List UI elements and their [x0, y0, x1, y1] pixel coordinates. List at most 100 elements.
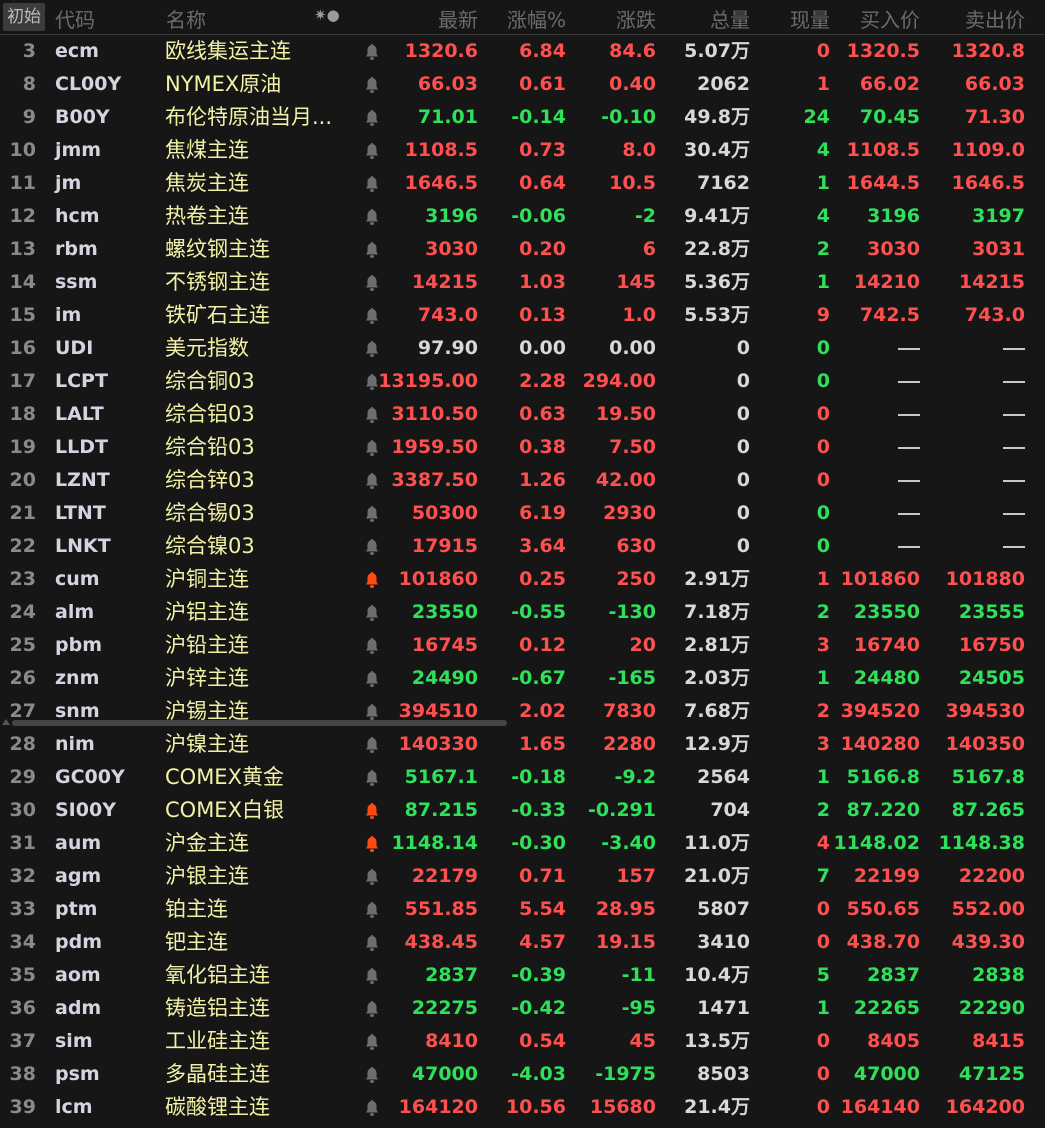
alert-bell-icon[interactable] — [364, 241, 380, 259]
row-index: 21 — [9, 502, 36, 524]
alert-bell-icon[interactable] — [364, 901, 380, 919]
table-row[interactable]: 24 alm 沪铝主连 23550 -0.55 -130 7.18万 2 23550 23555 — [0, 596, 1045, 629]
current-volume: 0 — [816, 1096, 830, 1118]
table-row[interactable]: 19 LLDT 综合铅03 1959.50 0.38 7.50 0 0 — — — [0, 431, 1045, 464]
alert-bell-icon[interactable] — [364, 571, 380, 589]
column-settings-icon[interactable]: ✷● — [314, 6, 340, 24]
table-row[interactable]: 39 lcm 碳酸锂主连 164120 10.56 15680 21.4万 0 164140 16… — [0, 1091, 1045, 1124]
table-row[interactable]: 37 sim 工业硅主连 8410 0.54 45 13.5万 0 8405 8415 — [0, 1025, 1045, 1058]
horizontal-scrollbar[interactable] — [12, 720, 507, 726]
alert-bell-icon[interactable] — [364, 175, 380, 193]
table-row[interactable]: 14 ssm 不锈钢主连 14215 1.03 145 5.36万 1 14210 14215 — [0, 266, 1045, 299]
column-header-current-volume[interactable]: 现量 — [790, 4, 830, 33]
column-header-code[interactable]: 代码 — [55, 4, 95, 33]
table-row[interactable]: 11 jm 焦炭主连 1646.5 0.64 10.5 7162 1 1644.5 1646.5 — [0, 167, 1045, 200]
reset-button[interactable]: 初始 — [3, 3, 45, 31]
alert-bell-icon[interactable] — [364, 538, 380, 556]
alert-bell-icon[interactable] — [364, 1000, 380, 1018]
symbol-code: ecm — [55, 40, 99, 62]
table-row[interactable]: 22 LNKT 综合镍03 17915 3.64 630 0 0 — — — [0, 530, 1045, 563]
table-row[interactable]: 26 znm 沪锌主连 24490 -0.67 -165 2.03万 1 24480 24505 — [0, 662, 1045, 695]
table-row[interactable]: 16 UDI 美元指数 97.90 0.00 0.00 0 0 — — — [0, 332, 1045, 365]
table-row[interactable]: 13 rbm 螺纹钢主连 3030 0.20 6 22.8万 2 3030 3031 — [0, 233, 1045, 266]
table-row[interactable]: 3 ecm 欧线集运主连 1320.6 6.84 84.6 5.07万 0 1320.5 1320… — [0, 35, 1045, 68]
symbol-code: alm — [55, 601, 95, 623]
table-row[interactable]: 12 hcm 热卷主连 3196 -0.06 -2 9.41万 4 3196 3197 — [0, 200, 1045, 233]
total-volume: 49.8万 — [684, 106, 750, 128]
table-row[interactable]: 8 CL00Y NYMEX原油 66.03 0.61 0.40 2062 1 66.02 66.0… — [0, 68, 1045, 101]
alert-bell-icon[interactable] — [364, 43, 380, 61]
last-price: 3030 — [425, 238, 478, 260]
alert-bell-icon[interactable] — [364, 472, 380, 490]
last-price: 140330 — [398, 733, 478, 755]
column-header-pct[interactable]: 涨幅% — [507, 4, 566, 33]
table-row[interactable]: 10 jmm 焦煤主连 1108.5 0.73 8.0 30.4万 4 1108.5 1109.0 — [0, 134, 1045, 167]
table-row[interactable]: 32 agm 沪银主连 22179 0.71 157 21.0万 7 22199 22200 — [0, 860, 1045, 893]
table-row[interactable]: 34 pdm 钯主连 438.45 4.57 19.15 3410 0 438.70 439.30 — [0, 926, 1045, 959]
change-amount: 19.50 — [595, 403, 656, 425]
scroll-left-arrow[interactable] — [2, 719, 10, 725]
alert-bell-icon[interactable] — [364, 835, 380, 853]
table-row[interactable]: 28 nim 沪镍主连 140330 1.65 2280 12.9万 3 140280 14035… — [0, 728, 1045, 761]
alert-bell-icon[interactable] — [364, 1099, 380, 1117]
bid-price: 164140 — [840, 1096, 920, 1118]
current-volume: 2 — [816, 238, 830, 260]
table-row[interactable]: 15 im 铁矿石主连 743.0 0.13 1.0 5.53万 9 742.5 743.0 — [0, 299, 1045, 332]
table-row[interactable]: 9 B00Y 布伦特原油当月... 71.01 -0.14 -0.10 49.8万 24 70.… — [0, 101, 1045, 134]
alert-bell-icon[interactable] — [364, 208, 380, 226]
alert-bell-icon[interactable] — [364, 307, 380, 325]
alert-bell-icon[interactable] — [364, 1033, 380, 1051]
table-row[interactable]: 21 LTNT 综合锡03 50300 6.19 2930 0 0 — — — [0, 497, 1045, 530]
row-index: 37 — [9, 1030, 36, 1052]
row-index: 35 — [9, 964, 36, 986]
ask-price: 16750 — [958, 634, 1025, 656]
table-row[interactable]: 18 LALT 综合铝03 3110.50 0.63 19.50 0 0 — — — [0, 398, 1045, 431]
last-price: 1320.6 — [404, 40, 478, 62]
total-volume: 0 — [736, 337, 750, 359]
alert-bell-icon[interactable] — [364, 670, 380, 688]
table-row[interactable]: 36 adm 铸造铝主连 22275 -0.42 -95 1471 1 22265 22290 — [0, 992, 1045, 1025]
column-header-name[interactable]: 名称 — [166, 4, 206, 33]
alert-bell-icon[interactable] — [364, 868, 380, 886]
alert-bell-icon[interactable] — [364, 109, 380, 127]
alert-bell-icon[interactable] — [364, 934, 380, 952]
alert-bell-icon[interactable] — [364, 967, 380, 985]
table-row[interactable]: 25 pbm 沪铅主连 16745 0.12 20 2.81万 3 16740 16750 — [0, 629, 1045, 662]
bid-price: 3030 — [867, 238, 920, 260]
total-volume: 0 — [736, 502, 750, 524]
alert-bell-icon[interactable] — [364, 274, 380, 292]
column-header-volume[interactable]: 总量 — [710, 4, 750, 33]
table-row[interactable]: 30 SI00Y COMEX白银 87.215 -0.33 -0.291 704 2 87.22… — [0, 794, 1045, 827]
alert-bell-icon[interactable] — [364, 703, 380, 721]
alert-bell-icon[interactable] — [364, 142, 380, 160]
table-row[interactable]: 35 aom 氧化铝主连 2837 -0.39 -11 10.4万 5 2837 2838 — [0, 959, 1045, 992]
alert-bell-icon[interactable] — [364, 604, 380, 622]
table-row[interactable]: 33 ptm 铂主连 551.85 5.54 28.95 5807 0 550.65 552.00 — [0, 893, 1045, 926]
alert-bell-icon[interactable] — [364, 1066, 380, 1084]
table-row[interactable]: 29 GC00Y COMEX黄金 5167.1 -0.18 -9.2 2564 1 5166.8… — [0, 761, 1045, 794]
table-row[interactable]: 17 LCPT 综合铜03 13195.00 2.28 294.00 0 0 — — — [0, 365, 1045, 398]
table-row[interactable]: 31 aum 沪金主连 1148.14 -0.30 -3.40 11.0万 4 1148.02 1… — [0, 827, 1045, 860]
alert-bell-icon[interactable] — [364, 802, 380, 820]
table-header: 初始 代码 名称 ✷● 最新 涨幅% 涨跌 总量 现量 买入价 卖出价 — [0, 0, 1045, 35]
change-percent: -0.18 — [511, 766, 566, 788]
column-header-ask[interactable]: 卖出价 — [965, 4, 1025, 33]
alert-bell-icon[interactable] — [364, 769, 380, 787]
column-header-last[interactable]: 最新 — [438, 4, 478, 33]
change-amount: -95 — [621, 997, 656, 1019]
alert-bell-icon[interactable] — [364, 76, 380, 94]
alert-bell-icon[interactable] — [364, 406, 380, 424]
current-volume: 24 — [803, 106, 830, 128]
alert-bell-icon[interactable] — [364, 637, 380, 655]
alert-bell-icon[interactable] — [364, 505, 380, 523]
table-row[interactable]: 20 LZNT 综合锌03 3387.50 1.26 42.00 0 0 — — — [0, 464, 1045, 497]
alert-bell-icon[interactable] — [364, 439, 380, 457]
table-row[interactable]: 23 cum 沪铜主连 101860 0.25 250 2.91万 1 101860 101880 — [0, 563, 1045, 596]
table-row[interactable]: 38 psm 多晶硅主连 47000 -4.03 -1975 8503 0 47000 47125 — [0, 1058, 1045, 1091]
column-header-change[interactable]: 涨跌 — [616, 4, 656, 33]
ask-price: 101880 — [945, 568, 1025, 590]
alert-bell-icon[interactable] — [364, 340, 380, 358]
alert-bell-icon[interactable] — [364, 736, 380, 754]
row-index: 28 — [9, 733, 36, 755]
column-header-bid[interactable]: 买入价 — [860, 4, 920, 33]
